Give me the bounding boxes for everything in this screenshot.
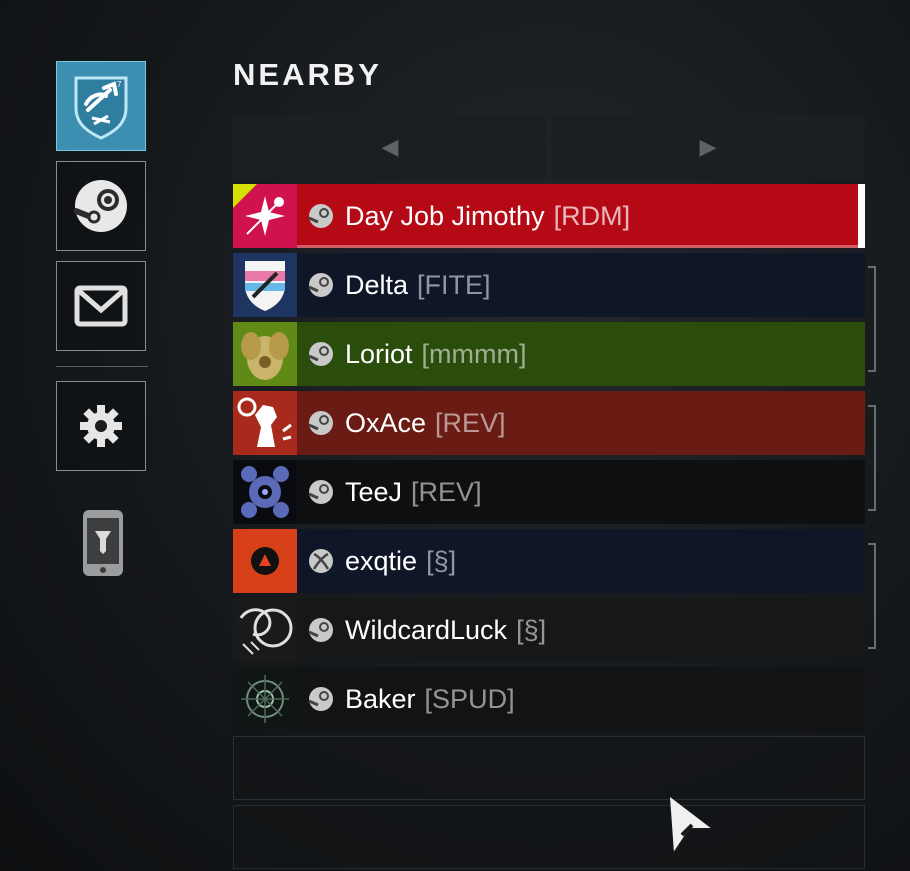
steam-icon xyxy=(308,204,333,228)
clan-tag: [REV] xyxy=(435,407,506,438)
steam-icon xyxy=(308,273,333,297)
player-emblem xyxy=(233,184,297,248)
next-page-button[interactable]: ▶ xyxy=(551,115,865,179)
clan-tag: [mmmm] xyxy=(421,338,527,369)
steam-icon xyxy=(308,618,333,642)
gear-icon xyxy=(80,405,122,447)
player-row[interactable]: Delta [FITE] xyxy=(233,253,865,317)
cursor-icon xyxy=(670,797,712,854)
player-row[interactable]: Day Job Jimothy [RDM] xyxy=(233,184,865,248)
player-emblem xyxy=(233,460,297,524)
pointer-cursor xyxy=(668,795,714,862)
scroll-group-marker xyxy=(868,405,876,511)
settings-tab-button[interactable] xyxy=(56,381,146,471)
rail-divider xyxy=(56,366,148,367)
clan-tab-button[interactable]: 7 xyxy=(56,61,146,151)
player-name: TeeJ xyxy=(345,476,403,507)
player-name: OxAce xyxy=(345,407,427,438)
player-name: exqtie xyxy=(345,545,418,576)
player-emblem xyxy=(233,322,297,386)
player-row[interactable]: OxAce [REV] xyxy=(233,391,865,455)
player-row[interactable]: Baker [SPUD] xyxy=(233,667,865,731)
pager: ◀ ▶ xyxy=(233,115,865,179)
empty-player-slot xyxy=(233,736,865,800)
player-row[interactable]: exqtie [§] xyxy=(233,529,865,593)
player-emblem xyxy=(233,253,297,317)
clan-tag: [FITE] xyxy=(417,269,491,300)
steam-icon xyxy=(308,411,333,435)
player-row[interactable]: Loriot [mmmm] xyxy=(233,322,865,386)
chevron-left-icon: ◀ xyxy=(381,134,399,159)
player-name: Loriot xyxy=(345,338,413,369)
page-title: NEARBY xyxy=(233,57,382,92)
prev-page-button[interactable]: ◀ xyxy=(233,115,547,179)
clan-tag: [§] xyxy=(426,545,457,576)
steam-tab-button[interactable] xyxy=(56,161,146,251)
clan-tag: [REV] xyxy=(411,476,482,507)
player-emblem xyxy=(233,529,297,593)
clan-shield-icon: 7 xyxy=(74,76,128,140)
xbox-icon xyxy=(309,549,333,573)
player-name: Delta xyxy=(345,269,409,300)
scroll-group-marker xyxy=(868,266,876,372)
new-indicator xyxy=(233,184,257,208)
chevron-right-icon: ▶ xyxy=(699,134,717,159)
steam-icon xyxy=(308,687,333,711)
player-name: Day Job Jimothy xyxy=(345,200,545,231)
mail-icon xyxy=(74,285,128,327)
player-list: Day Job Jimothy [RDM] Delta [FITE] Lorio… xyxy=(233,184,865,736)
companion-app-button[interactable] xyxy=(82,509,124,582)
scroll-group-marker xyxy=(868,543,876,649)
clan-tag: [SPUD] xyxy=(424,683,515,714)
selection-bar xyxy=(858,184,865,248)
steam-icon xyxy=(74,180,127,232)
empty-player-slot xyxy=(233,805,865,869)
steam-icon xyxy=(308,342,333,366)
player-emblem xyxy=(233,667,297,731)
mail-tab-button[interactable] xyxy=(56,261,146,351)
player-emblem xyxy=(233,598,297,662)
svg-text:7: 7 xyxy=(117,80,122,89)
player-row[interactable]: WildcardLuck [§] xyxy=(233,598,865,662)
steam-icon xyxy=(308,480,333,504)
player-name: WildcardLuck xyxy=(345,614,508,645)
clan-tag: [RDM] xyxy=(553,200,631,231)
companion-phone-icon xyxy=(83,510,123,576)
player-emblem xyxy=(233,391,297,455)
clan-tag: [§] xyxy=(516,614,547,645)
player-row[interactable]: TeeJ [REV] xyxy=(233,460,865,524)
selection-underline xyxy=(297,245,858,248)
player-name: Baker xyxy=(345,683,416,714)
